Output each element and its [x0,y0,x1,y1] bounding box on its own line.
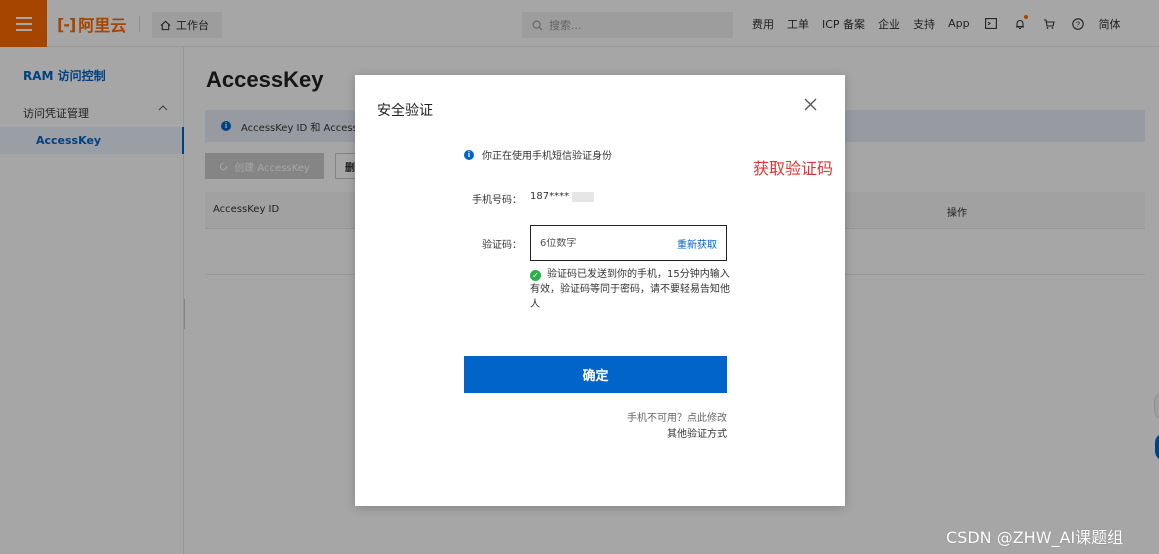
security-verification-dialog: 安全验证 i 你正在使用手机短信验证身份 手机号码： 187**** 验证码： … [355,75,845,506]
dialog-title: 安全验证 [377,103,433,119]
red-annotation-label: 获取验证码 [753,159,834,178]
resend-code-button[interactable]: 重新获取 [677,236,717,251]
phone-label: 手机号码： [472,195,522,206]
other-verification-methods-link[interactable]: 其他验证方式 [667,425,727,440]
verification-hint: i 你正在使用手机短信验证身份 [464,147,612,162]
close-icon[interactable] [804,97,817,115]
phone-unavailable-link[interactable]: 手机不可用？点此修改 [627,409,727,424]
redacted-mask [572,191,595,202]
watermark: CSDN @ZHW_AI课题组 [946,528,1124,547]
code-sent-text: 验证码已发送到你的手机，15分钟内输入有效，验证码等同于密码，请不要轻易告知他人 [530,269,730,310]
verification-hint-text: 你正在使用手机短信验证身份 [482,151,612,162]
check-circle-icon: ✓ [530,270,541,281]
confirm-button[interactable]: 确定 [464,356,727,393]
code-label: 验证码： [482,240,522,251]
info-icon: i [464,149,474,160]
verification-code-field[interactable]: 重新获取 [530,225,727,261]
phone-value: 187**** [530,191,595,202]
code-sent-message: ✓ 验证码已发送到你的手机，15分钟内输入有效，验证码等同于密码，请不要轻易告知他… [530,267,730,312]
verification-code-input[interactable] [540,237,660,249]
phone-number: 187**** [530,191,570,202]
